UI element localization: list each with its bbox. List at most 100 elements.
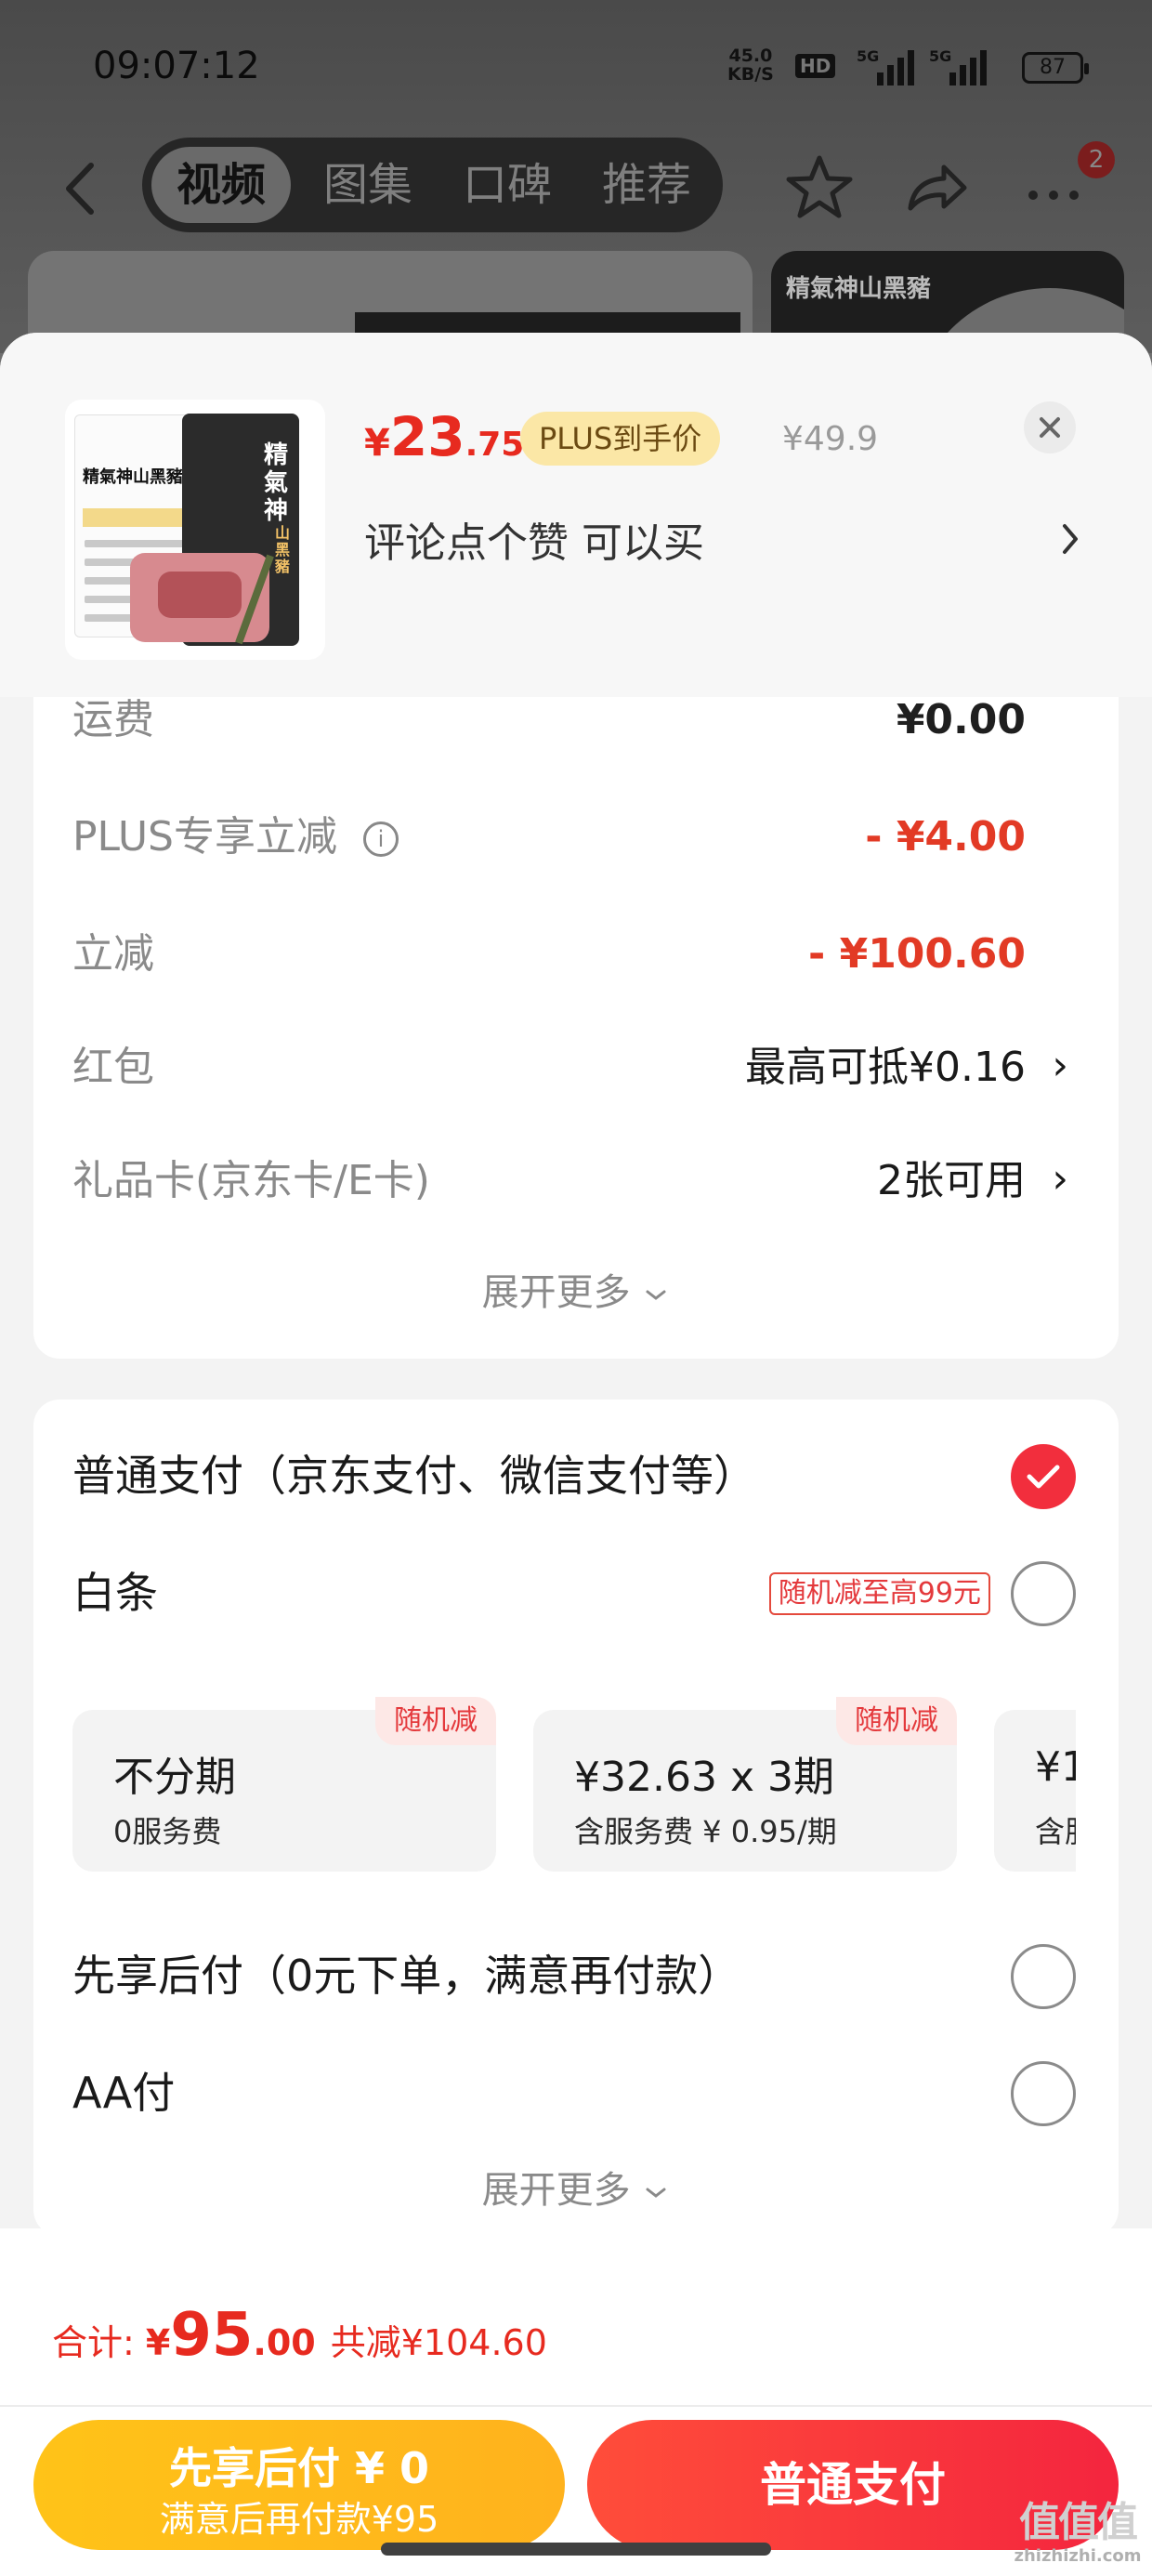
- package-brand: 精氣神山黑豬: [83, 467, 183, 487]
- total-saving: 共减¥104.60: [330, 2322, 547, 2363]
- comment-text[interactable]: 评论点个赞 可以买: [364, 509, 704, 569]
- checkout-sheet: 精氣神山黑豬 精氣神 山黑豬 ¥23.75 PLUS到手价 ¥49.9 评论点个…: [0, 333, 1152, 2576]
- checkout-footer: 合计: ¥95.00 共减¥104.60 先享后付 ¥ 0 满意后再付款¥95 普…: [0, 2228, 1152, 2576]
- product-thumbnail: 精氣神山黑豬 精氣神 山黑豬: [65, 400, 325, 660]
- package-front: 精氣神 山黑豬: [130, 414, 299, 646]
- media-tabs: 视频 图集 口碑 推荐: [142, 138, 723, 232]
- price-int: 23: [389, 405, 465, 468]
- fee-label-gift-card: 礼品卡(京东卡/E卡): [72, 1157, 430, 1204]
- installment-option[interactable]: 随机减 不分期 0服务费: [72, 1697, 496, 1872]
- installment-title: 不分期: [113, 1754, 236, 1801]
- footer-divider: [0, 2405, 1152, 2407]
- fee-label-shipping: 运费: [72, 696, 154, 743]
- signal-5g-label-2: 5G: [929, 47, 951, 65]
- chevron-down-icon: [646, 2188, 666, 2198]
- battery-icon: 87: [1022, 52, 1089, 84]
- price-dec: .75: [465, 426, 525, 464]
- back-arrow-icon[interactable]: [54, 156, 110, 221]
- price-symbol: ¥: [364, 422, 390, 465]
- network-speed: 45.0 KB/S: [727, 46, 774, 84]
- tab-video[interactable]: 视频: [151, 147, 291, 223]
- installment-sub: 含服: [1035, 1814, 1076, 1849]
- pay-later-line2: 满意后再付款¥95: [159, 2499, 439, 2540]
- product-header: 精氣神山黑豬 精氣神 山黑豬 ¥23.75 PLUS到手价 ¥49.9 评论点个…: [0, 333, 1152, 697]
- watermark-sub: zhizhizhi.com: [1014, 2546, 1142, 2566]
- battery-level: 87: [1040, 56, 1066, 79]
- payment-option-baitiao[interactable]: 白条 随机减至高99元: [72, 1556, 1076, 1630]
- plus-price-tag: PLUS到手价: [520, 412, 721, 466]
- expand-more-payment[interactable]: 展开更多: [33, 2160, 1119, 2214]
- pay-later-button[interactable]: 先享后付 ¥ 0 满意后再付款¥95: [33, 2420, 565, 2550]
- fee-value-gift-card: 2张可用: [877, 1157, 1026, 1204]
- fee-label-plus-text: PLUS专享立减: [72, 813, 337, 861]
- total-dec: .00: [253, 2322, 316, 2363]
- pay-later-line1: 先享后付 ¥ 0: [168, 2443, 430, 2493]
- installment-title: ¥1: [1035, 1743, 1076, 1791]
- expand-more-label: 展开更多: [481, 1271, 631, 1314]
- product-price: ¥23.75: [364, 405, 524, 468]
- package-title: 精氣神: [264, 441, 289, 525]
- package-sub: 山黑豬: [275, 524, 291, 575]
- tab-recommend[interactable]: 推荐: [577, 147, 716, 223]
- watermark: 值值值 zhizhizhi.com: [1013, 2500, 1143, 2574]
- radio-checked[interactable]: [1011, 1444, 1076, 1509]
- installment-option[interactable]: ¥1 含服: [994, 1710, 1076, 1872]
- signal-5g-icon: 5G: [857, 47, 914, 85]
- payment-option-normal[interactable]: 普通支付（京东支付、微信支付等）: [72, 1439, 1076, 1513]
- fee-value-red-packet: 最高可抵¥0.16: [745, 1044, 1026, 1091]
- fee-label-discount: 立减: [72, 930, 154, 978]
- radio-unchecked[interactable]: [1011, 1561, 1076, 1626]
- baitiao-promo-tag: 随机减至高99元: [768, 1572, 990, 1615]
- signal-5g-icon-2: 5G: [929, 47, 987, 85]
- background-thumbnail-text: 精氣神山黑豬: [786, 275, 932, 303]
- status-time: 09:07:12: [93, 45, 260, 87]
- expand-more-fees[interactable]: 展开更多: [33, 1262, 1119, 1316]
- fee-row-discount: 立减 - ¥100.60: [72, 922, 1076, 987]
- fee-row-red-packet[interactable]: 红包 最高可抵¥0.16 ›: [72, 1035, 1076, 1100]
- payment-option-label: 白条: [72, 1568, 158, 1618]
- payment-option-pay-later[interactable]: 先享后付（0元下单，满意再付款）: [72, 1939, 1076, 2013]
- fee-row-plus-discount: PLUS专享立减 i - ¥4.00: [72, 805, 1076, 870]
- fee-value-discount: - ¥100.60: [808, 930, 1026, 978]
- chevron-down-icon: [646, 1290, 666, 1300]
- total-symbol: ¥: [145, 2322, 171, 2363]
- payment-option-aa[interactable]: AA付: [72, 2056, 1076, 2130]
- fee-value-shipping: ¥0.00: [896, 696, 1026, 743]
- info-icon[interactable]: i: [363, 821, 399, 857]
- checkmark-icon: [1027, 1465, 1060, 1489]
- chevron-right-icon: ›: [1052, 1042, 1068, 1089]
- installment-sub: 含服务费 ¥ 0.95/期: [574, 1814, 837, 1849]
- close-button[interactable]: [1024, 401, 1076, 453]
- fee-card: 运费 ¥0.00 PLUS专享立减 i - ¥4.00 立减 - ¥100.60 …: [33, 696, 1119, 1359]
- chevron-right-icon: ›: [1052, 1155, 1068, 1203]
- radio-unchecked[interactable]: [1011, 1944, 1076, 2009]
- network-speed-unit: KB/S: [727, 64, 774, 85]
- installment-clip: ¥1 含服: [994, 1710, 1076, 1872]
- signal-5g-label: 5G: [857, 47, 879, 65]
- tab-reviews[interactable]: 口碑: [438, 147, 577, 223]
- installment-tag: 随机减: [375, 1697, 496, 1745]
- fee-value-plus-discount: - ¥4.00: [865, 813, 1026, 861]
- star-icon[interactable]: [782, 151, 857, 225]
- hd-icon: HD: [795, 54, 836, 78]
- fee-label-plus-discount: PLUS专享立减 i: [72, 805, 399, 870]
- home-indicator[interactable]: [381, 2543, 771, 2556]
- total-int: 95: [170, 2301, 254, 2370]
- watermark-main: 值值值: [1019, 2499, 1138, 2546]
- payment-option-label: 先享后付（0元下单，满意再付款）: [72, 1951, 741, 2001]
- payment-card: 普通支付（京东支付、微信支付等） 白条 随机减至高99元 随机减 不分期 0服务…: [33, 1400, 1119, 2236]
- chevron-right-icon[interactable]: [1059, 519, 1081, 559]
- status-bar: 09:07:12 45.0 KB/S HD 5G 5G 87: [0, 37, 1152, 102]
- fee-label-red-packet: 红包: [72, 1044, 154, 1091]
- fee-row-gift-card[interactable]: 礼品卡(京东卡/E卡) 2张可用 ›: [72, 1149, 1076, 1214]
- payment-option-label: AA付: [72, 2068, 176, 2118]
- installment-tag: 随机减: [836, 1697, 957, 1745]
- installment-title: ¥32.63 x 3期: [574, 1754, 834, 1801]
- radio-unchecked[interactable]: [1011, 2061, 1076, 2126]
- total-label: 合计:: [52, 2322, 146, 2363]
- close-icon: [1040, 417, 1060, 438]
- share-icon[interactable]: [899, 151, 974, 225]
- tab-gallery[interactable]: 图集: [298, 147, 438, 223]
- order-total: 合计: ¥95.00 共减¥104.60: [52, 2301, 547, 2370]
- installment-option[interactable]: 随机减 ¥32.63 x 3期 含服务费 ¥ 0.95/期: [533, 1697, 957, 1872]
